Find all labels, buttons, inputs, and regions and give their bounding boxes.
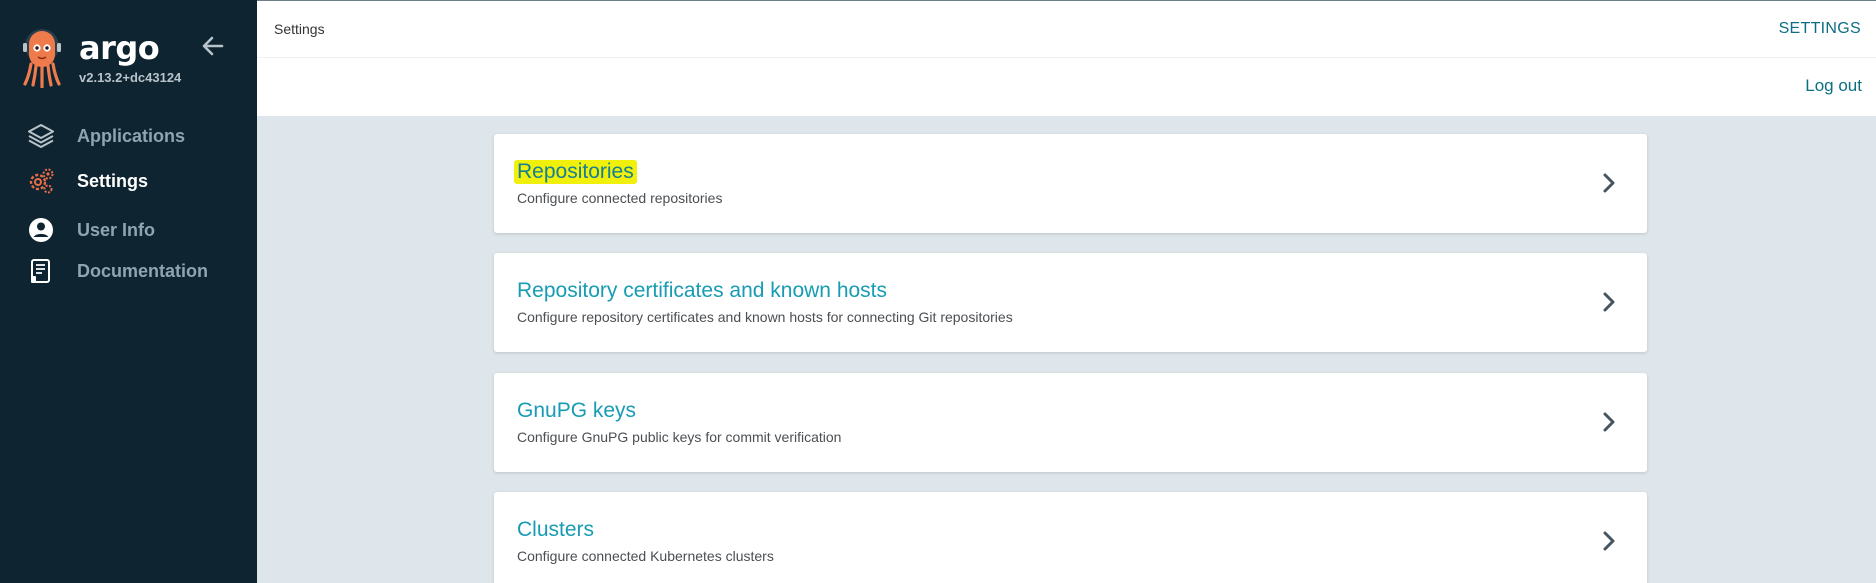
sidebar-item-label: User Info (77, 219, 156, 240)
sidebar-item-label: Applications (77, 125, 186, 146)
sidebar-item-documentation[interactable]: Documentation (0, 253, 257, 289)
page-title: SETTINGS (1778, 20, 1861, 37)
chevron-right-icon (1603, 292, 1615, 312)
card-description: Configure connected Kubernetes clusters (517, 548, 774, 564)
card-title: Repository certificates and known hosts (517, 279, 888, 302)
arrow-left-icon (202, 36, 224, 56)
collapse-sidebar-button[interactable] (199, 32, 227, 60)
card-description: Configure connected repositories (517, 190, 723, 206)
sidebar: argo v2.13.2+dc43124 Applications Settin… (0, 0, 257, 583)
argo-octopus-logo (23, 29, 61, 88)
card-title: Repositories (514, 160, 637, 184)
card-title: GnuPG keys (517, 399, 637, 422)
settings-card-gnupg-keys[interactable]: GnuPG keys Configure GnuPG public keys f… (494, 373, 1647, 472)
settings-card-repositories[interactable]: Repositories Configure connected reposit… (494, 134, 1647, 233)
card-description: Configure GnuPG public keys for commit v… (517, 429, 842, 445)
logout-button[interactable]: Log out (1805, 76, 1862, 96)
chevron-right-icon (1603, 531, 1615, 551)
breadcrumb[interactable]: Settings (274, 21, 325, 37)
settings-content: Repositories Configure connected reposit… (257, 116, 1876, 583)
sidebar-item-applications[interactable]: Applications (0, 118, 257, 154)
sidebar-item-user-info[interactable]: User Info (0, 212, 257, 248)
gears-icon (27, 167, 55, 195)
settings-card-clusters[interactable]: Clusters Configure connected Kubernetes … (494, 492, 1647, 583)
version-label: v2.13.2+dc43124 (79, 70, 182, 85)
user-circle-icon (27, 216, 55, 244)
sidebar-item-label: Documentation (77, 260, 209, 281)
book-icon (27, 257, 55, 285)
chevron-right-icon (1603, 173, 1615, 193)
settings-card-repository-certificates[interactable]: Repository certificates and known hosts … (494, 253, 1647, 352)
sidebar-item-label: Settings (77, 170, 149, 191)
top-bar: Settings SETTINGS Log out (257, 0, 1876, 116)
card-title: Clusters (517, 518, 595, 541)
card-description: Configure repository certificates and kn… (517, 309, 1013, 325)
top-bar-divider (257, 57, 1876, 58)
sidebar-item-settings[interactable]: Settings (0, 163, 257, 199)
layers-icon (27, 122, 55, 150)
logo-text: argo (79, 29, 160, 67)
chevron-right-icon (1603, 412, 1615, 432)
